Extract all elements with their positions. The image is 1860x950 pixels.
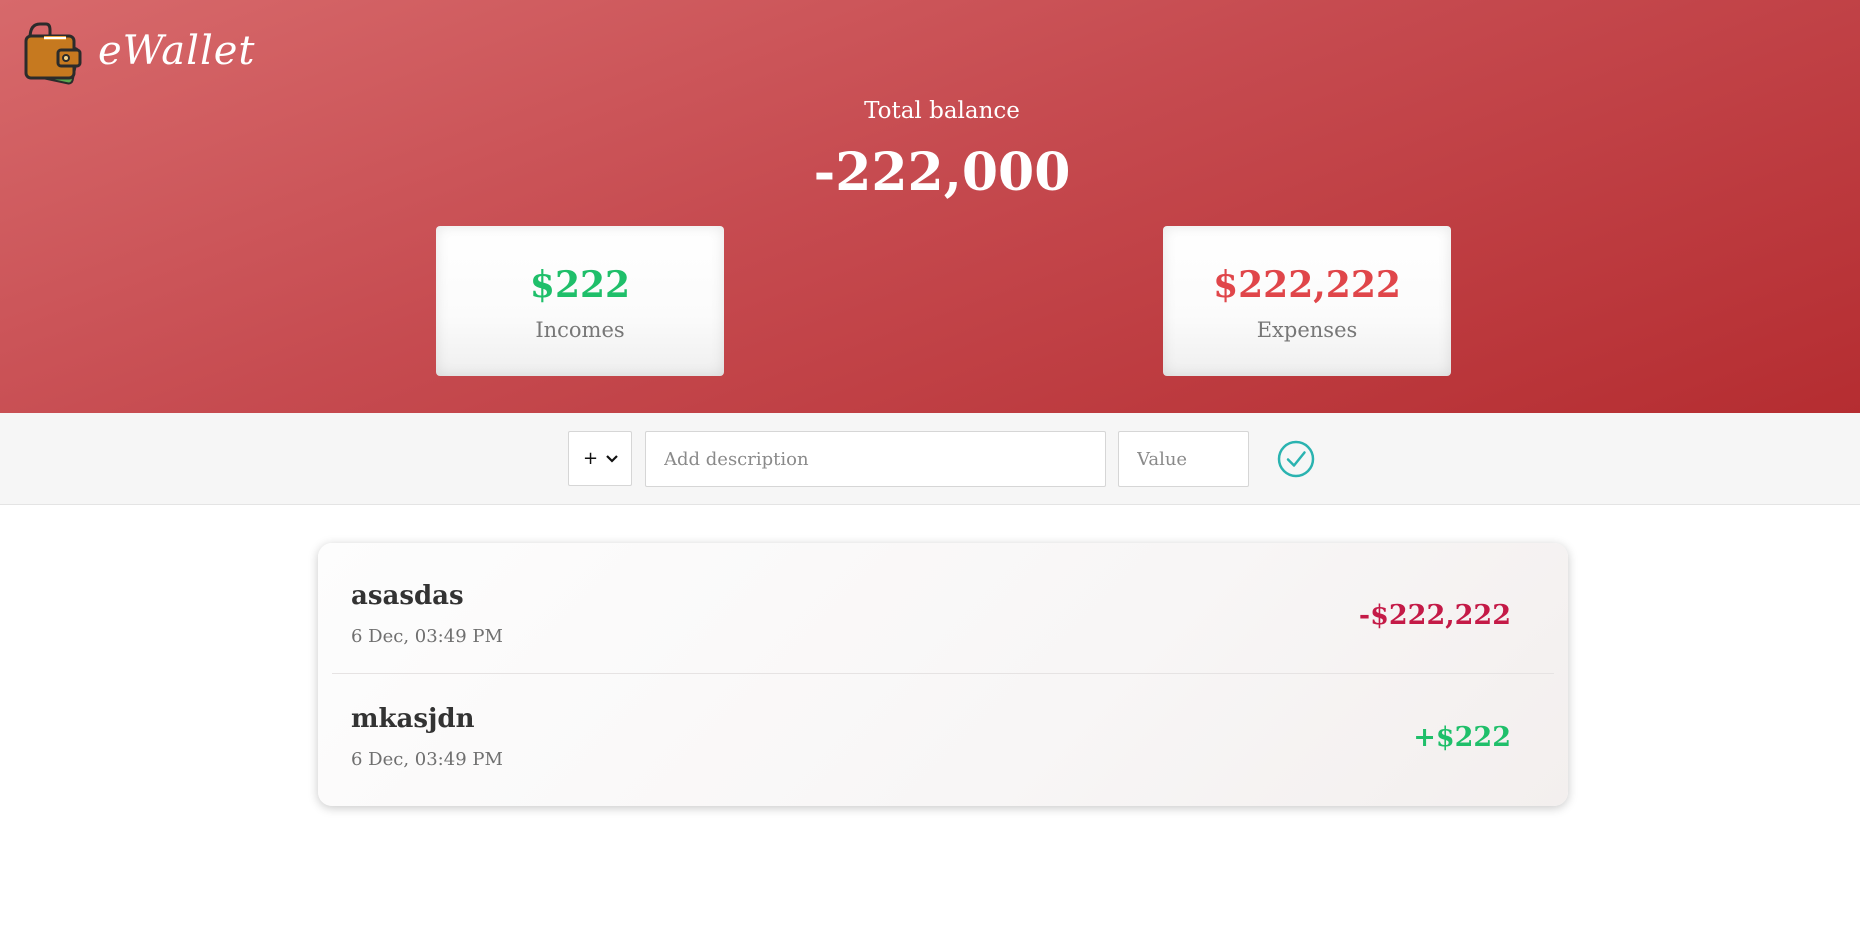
total-balance-value: -222,000 <box>813 142 1071 203</box>
list-item[interactable]: asasdas 6 Dec, 03:49 PM -$222,222 <box>332 543 1554 674</box>
header: eWallet Total balance -222,000 $222 Inco… <box>0 0 1860 413</box>
list-item[interactable]: mkasjdn 6 Dec, 03:49 PM +$222 <box>332 674 1554 792</box>
incomes-card: $222 Incomes <box>436 226 724 376</box>
transaction-description: mkasjdn <box>351 704 475 734</box>
value-input[interactable] <box>1118 431 1249 487</box>
total-balance-label: Total balance <box>864 98 1020 124</box>
type-select[interactable]: + <box>568 431 632 486</box>
check-circle-icon[interactable] <box>1276 439 1316 479</box>
incomes-label: Incomes <box>535 318 625 342</box>
transaction-amount: -$222,222 <box>1358 600 1511 631</box>
type-select-value: + <box>583 448 599 469</box>
add-transaction-bar: + <box>0 413 1860 505</box>
app-brand: eWallet <box>98 28 256 74</box>
description-input[interactable] <box>645 431 1106 487</box>
expenses-amount: $222,222 <box>1213 264 1401 306</box>
transaction-time: 6 Dec, 03:49 PM <box>351 749 503 770</box>
expenses-label: Expenses <box>1256 318 1358 342</box>
transaction-description: asasdas <box>351 581 464 611</box>
transaction-time: 6 Dec, 03:49 PM <box>351 626 503 647</box>
expenses-card: $222,222 Expenses <box>1163 226 1451 376</box>
transaction-amount: +$222 <box>1413 722 1511 753</box>
logo[interactable]: eWallet <box>24 20 256 88</box>
transactions-list: asasdas 6 Dec, 03:49 PM -$222,222 mkasjd… <box>318 543 1568 806</box>
wallet-icon <box>24 22 82 85</box>
incomes-amount: $222 <box>529 264 631 306</box>
chevron-down-icon <box>606 454 618 463</box>
